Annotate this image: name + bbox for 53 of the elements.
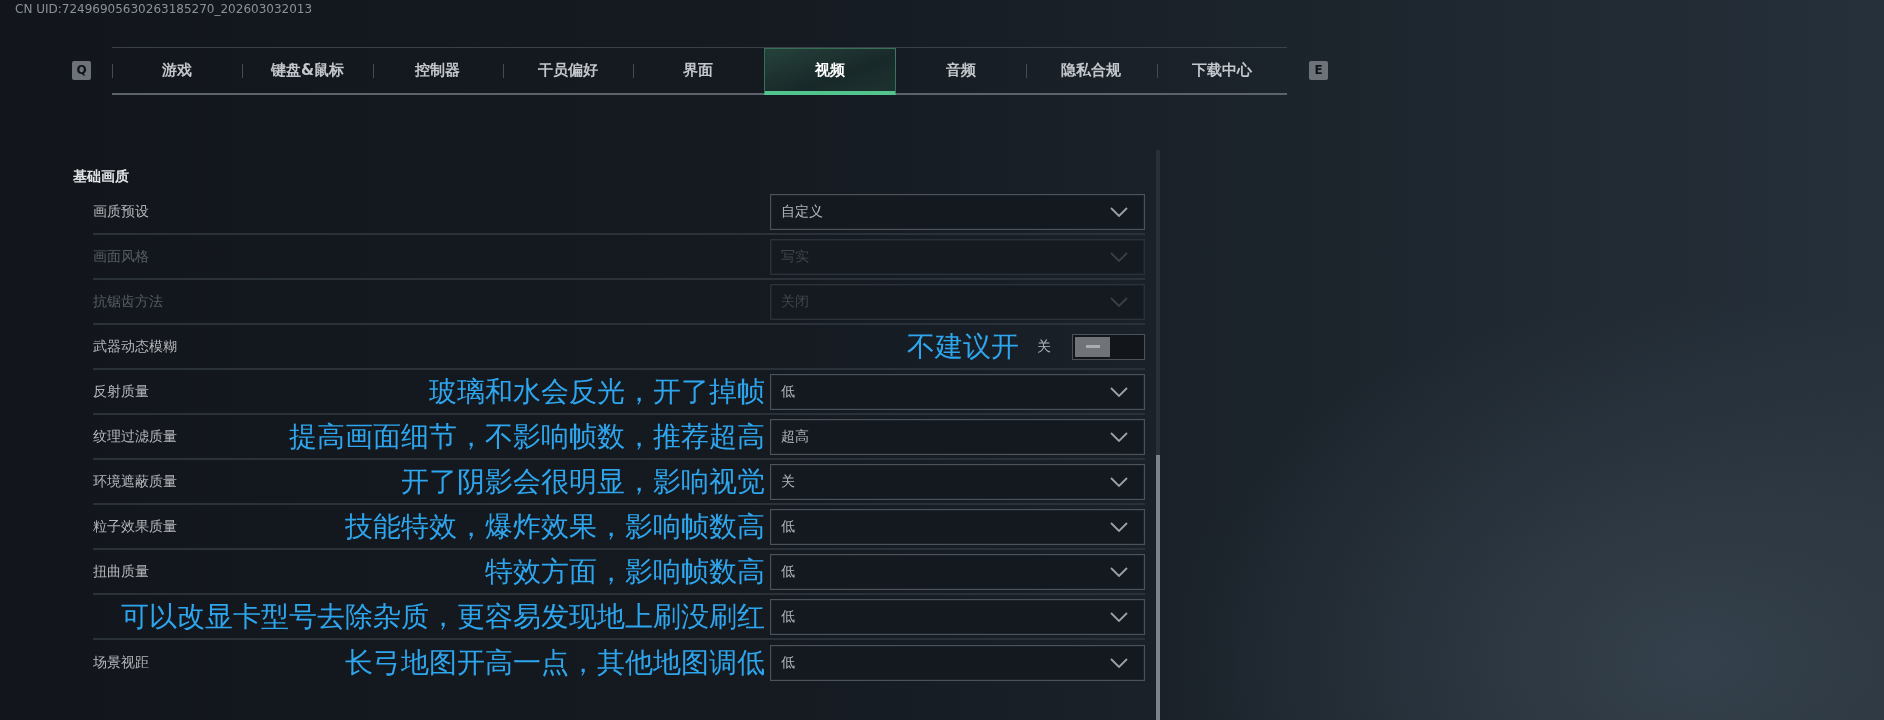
chevron-down-icon (1110, 521, 1128, 532)
chevron-down-icon (1110, 476, 1128, 487)
setting-label: 场景视距 (93, 653, 149, 672)
key-hint: Q (72, 60, 91, 80)
annotation-text: 可以改显卡型号去除杂质，更容易发现地上刷没刷红 (121, 602, 765, 631)
setting-label: 反射质量 (93, 382, 149, 401)
chevron-down-icon (1110, 657, 1128, 668)
section-title: 基础画质 (73, 167, 129, 186)
dropdown[interactable]: 低 (770, 598, 1145, 635)
annotation-text: 开了阴影会很明显，影响视觉 (401, 467, 765, 496)
annotation-text: 玻璃和水会反光，开了掉帧 (429, 377, 765, 406)
setting-label: 粒子效果质量 (93, 517, 177, 536)
dropdown[interactable]: 低 (770, 644, 1145, 681)
tab[interactable]: 隐私合规 (1026, 48, 1157, 95)
tab[interactable]: 游戏 (112, 48, 243, 95)
uid-text: CN UID:72496905630263185270_202603032013 (15, 1, 313, 17)
chevron-down-icon (1110, 386, 1128, 397)
chevron-down-icon (1110, 206, 1128, 217)
annotation-text: 特效方面，影响帧数高 (485, 557, 765, 586)
setting-label: 扭曲质量 (93, 562, 149, 581)
setting-label: 抗锯齿方法 (93, 292, 163, 311)
chevron-down-icon (1110, 566, 1128, 577)
setting-label: 武器动态模糊 (93, 337, 177, 356)
setting-label: 画面风格 (93, 247, 149, 266)
tab[interactable]: 下载中心 (1156, 48, 1287, 95)
dropdown[interactable]: 低 (770, 508, 1145, 545)
dropdown[interactable]: 低 (770, 373, 1145, 410)
toggle-state-label: 关 (1037, 337, 1051, 356)
minus-icon (1085, 345, 1100, 348)
tab[interactable]: 键盘&鼠标 (242, 48, 373, 95)
dropdown[interactable]: 关 (770, 463, 1145, 500)
chevron-down-icon (1110, 611, 1128, 622)
tab[interactable]: 音频 (895, 48, 1027, 95)
annotation-text: 长弓地图开高一点，其他地图调低 (345, 648, 765, 677)
toggle-switch[interactable] (1072, 333, 1145, 360)
setting-label: 环境遮蔽质量 (93, 472, 177, 491)
dropdown[interactable]: 超高 (770, 418, 1145, 455)
dropdown[interactable]: 低 (770, 553, 1145, 590)
scrollbar-thumb[interactable] (1156, 455, 1160, 720)
tab[interactable]: 控制器 (372, 48, 503, 95)
dropdown[interactable]: 自定义 (770, 193, 1145, 230)
tab[interactable]: 视频 (763, 48, 896, 95)
annotation-text: 提高画面细节，不影响帧数，推荐超高 (289, 422, 765, 451)
tab[interactable]: 干员偏好 (503, 48, 634, 95)
annotation-text: 技能特效，爆炸效果，影响帧数高 (345, 512, 765, 541)
chevron-down-icon (1110, 251, 1128, 262)
key-hint: E (1309, 60, 1328, 80)
annotation-text: 不建议开 (907, 332, 1019, 361)
chevron-down-icon (1110, 296, 1128, 307)
chevron-down-icon (1110, 431, 1128, 442)
setting-label: 纹理过滤质量 (93, 427, 177, 446)
tab[interactable]: 界面 (633, 48, 764, 95)
setting-label: 画质预设 (93, 202, 149, 221)
